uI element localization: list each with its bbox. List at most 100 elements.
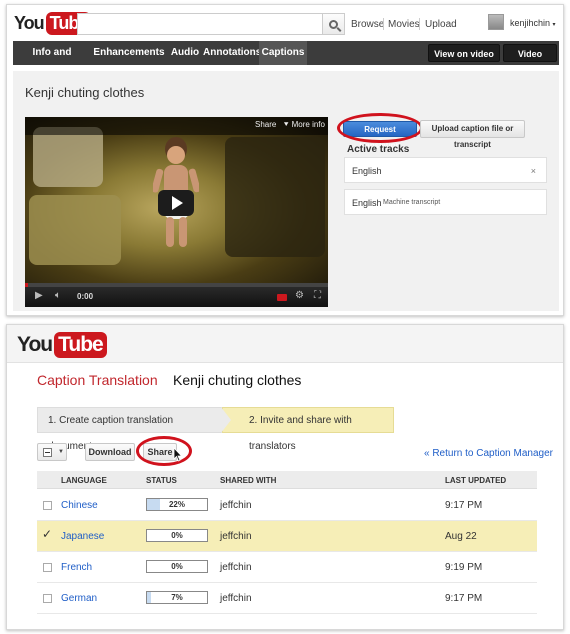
logo-you: You bbox=[17, 333, 53, 356]
col-last-updated: LAST UPDATED bbox=[445, 476, 507, 485]
video-topbar: Share ⯆ More info bbox=[25, 117, 328, 135]
nav-divider bbox=[383, 18, 384, 30]
page-title: Caption Translation bbox=[37, 372, 158, 388]
language-link[interactable]: Japanese bbox=[61, 531, 104, 542]
page-header: You Tube bbox=[7, 325, 563, 363]
towel-shape bbox=[29, 195, 121, 265]
tab-captions[interactable]: Captions bbox=[259, 41, 307, 65]
row-checkbox[interactable] bbox=[43, 563, 52, 572]
video-title: Kenji chuting clothes bbox=[25, 85, 145, 100]
status-percent: 0% bbox=[171, 562, 183, 571]
video-player[interactable]: Share ⯆ More info ▶ 🔈︎ 0:00 ⚙︎ ⛶ bbox=[25, 117, 328, 307]
table-row[interactable]: German 7% jeffchin 9:17 PM bbox=[37, 583, 537, 614]
shared-with: jeffchin bbox=[220, 531, 252, 542]
search-input[interactable] bbox=[77, 13, 323, 35]
tab-annotations[interactable]: Annotations bbox=[203, 41, 261, 65]
nav-browse[interactable]: Browse bbox=[351, 19, 384, 30]
tab-audio[interactable]: Audio bbox=[167, 41, 203, 65]
view-on-video-page-button[interactable]: View on video page bbox=[428, 44, 500, 77]
row-checkbox[interactable] bbox=[43, 501, 52, 510]
chevron-down-icon: ▾ bbox=[552, 22, 556, 28]
nav-upload[interactable]: Upload bbox=[425, 19, 457, 30]
time-display: 0:00 bbox=[77, 292, 94, 301]
play-icon[interactable]: ▶ bbox=[35, 290, 43, 301]
tab-info-settings[interactable]: Info and Settings bbox=[13, 41, 91, 82]
track-language: English bbox=[352, 198, 382, 208]
search-icon bbox=[329, 19, 338, 29]
shared-with: jeffchin bbox=[220, 500, 252, 511]
track-subtitle: Machine transcript bbox=[383, 199, 441, 206]
caption-translation-panel: You Tube Caption Translation Kenji chutin… bbox=[6, 324, 564, 630]
status-percent: 0% bbox=[171, 531, 183, 540]
wizard-steps: 1. Create caption translation documents … bbox=[37, 407, 394, 452]
col-shared-with: SHARED WITH bbox=[220, 476, 277, 485]
chevron-down-icon: ▼ bbox=[58, 449, 64, 455]
table-header: LANGUAGE STATUS SHARED WITH LAST UPDATED bbox=[37, 471, 537, 489]
table-row[interactable]: Chinese 22% jeffchin 9:17 PM bbox=[37, 490, 537, 521]
active-tracks-heading: Active tracks bbox=[347, 144, 410, 155]
highlight-ring bbox=[136, 436, 192, 466]
remove-track-icon[interactable]: × bbox=[531, 166, 536, 176]
play-button[interactable] bbox=[158, 190, 194, 216]
player-controls: ▶ 🔈︎ 0:00 ⚙︎ ⛶ bbox=[25, 287, 328, 307]
video-name: Kenji chuting clothes bbox=[173, 372, 302, 388]
table-row[interactable]: French 0% jeffchin 9:19 PM bbox=[37, 552, 537, 583]
volume-icon[interactable]: 🔈︎ bbox=[55, 290, 61, 301]
mouse-cursor-icon bbox=[173, 447, 183, 462]
dark-area-shape bbox=[225, 137, 325, 257]
nav-movies[interactable]: Movies bbox=[388, 19, 420, 30]
return-to-caption-manager-link[interactable]: « Return to Caption Manager bbox=[424, 448, 553, 459]
col-status: STATUS bbox=[146, 476, 177, 485]
more-info-icon: ⯆ bbox=[283, 120, 292, 129]
last-updated: 9:17 PM bbox=[445, 500, 483, 511]
highlight-ring bbox=[337, 113, 423, 143]
more-info-label: More info bbox=[291, 120, 325, 129]
select-all-dropdown[interactable]: ▼ bbox=[37, 443, 67, 461]
shared-with: jeffchin bbox=[220, 562, 252, 573]
nav-divider bbox=[419, 18, 420, 30]
tab-enhancements[interactable]: Enhancements bbox=[91, 41, 167, 65]
towel-shape bbox=[33, 127, 103, 187]
table-row[interactable]: ✓ Japanese 0% jeffchin Aug 22 bbox=[37, 521, 537, 552]
status-progress-bar: 7% bbox=[146, 591, 208, 604]
step-create-documents[interactable]: 1. Create caption translation documents bbox=[37, 407, 222, 452]
row-checkbox[interactable] bbox=[43, 594, 52, 603]
upload-caption-button[interactable]: Upload caption file or transcript bbox=[420, 120, 525, 149]
step-arrow bbox=[221, 407, 231, 433]
captions-toggle-icon[interactable] bbox=[277, 294, 287, 301]
avatar[interactable] bbox=[488, 14, 504, 30]
username-menu[interactable]: kenjihchin ▾ bbox=[510, 18, 556, 28]
last-updated: Aug 22 bbox=[445, 531, 477, 542]
status-progress-bar: 22% bbox=[146, 498, 208, 511]
status-percent: 22% bbox=[168, 500, 185, 509]
video-share-link[interactable]: Share bbox=[255, 120, 276, 129]
select-all-checkbox-icon bbox=[43, 448, 52, 457]
track-language: English bbox=[352, 166, 382, 176]
caption-track-item[interactable]: English × bbox=[344, 157, 547, 183]
logo-you: You bbox=[14, 13, 45, 33]
caption-track-item[interactable]: English Machine transcript bbox=[344, 189, 547, 215]
caption-manager-panel: You Tube Browse Movies Upload kenjihchin … bbox=[6, 4, 564, 316]
language-link[interactable]: French bbox=[61, 562, 92, 573]
settings-icon[interactable]: ⚙︎ bbox=[295, 290, 304, 301]
checkmark-icon[interactable]: ✓ bbox=[42, 527, 52, 541]
last-updated: 9:19 PM bbox=[445, 562, 483, 573]
video-more-info-link[interactable]: ⯆ More info bbox=[283, 120, 325, 130]
step-invite-share[interactable]: 2. Invite and share with translators bbox=[222, 407, 394, 452]
last-updated: 9:17 PM bbox=[445, 593, 483, 604]
fullscreen-icon[interactable]: ⛶ bbox=[314, 290, 321, 301]
col-language: LANGUAGE bbox=[61, 476, 107, 485]
shared-with: jeffchin bbox=[220, 593, 252, 604]
status-progress-bar: 0% bbox=[146, 529, 208, 542]
logo-tube: Tube bbox=[54, 332, 107, 358]
download-button[interactable]: Download bbox=[85, 443, 135, 461]
username-label: kenjihchin bbox=[510, 18, 551, 28]
language-link[interactable]: Chinese bbox=[61, 500, 98, 511]
video-edit-tabs: Info and Settings Enhancements Audio Ann… bbox=[13, 41, 559, 82]
language-link[interactable]: German bbox=[61, 593, 97, 604]
search-button[interactable] bbox=[323, 13, 345, 35]
status-percent: 7% bbox=[171, 593, 183, 602]
youtube-logo[interactable]: You Tube bbox=[17, 332, 107, 358]
status-progress-bar: 0% bbox=[146, 560, 208, 573]
video-manager-button[interactable]: Video Manager bbox=[503, 44, 557, 77]
